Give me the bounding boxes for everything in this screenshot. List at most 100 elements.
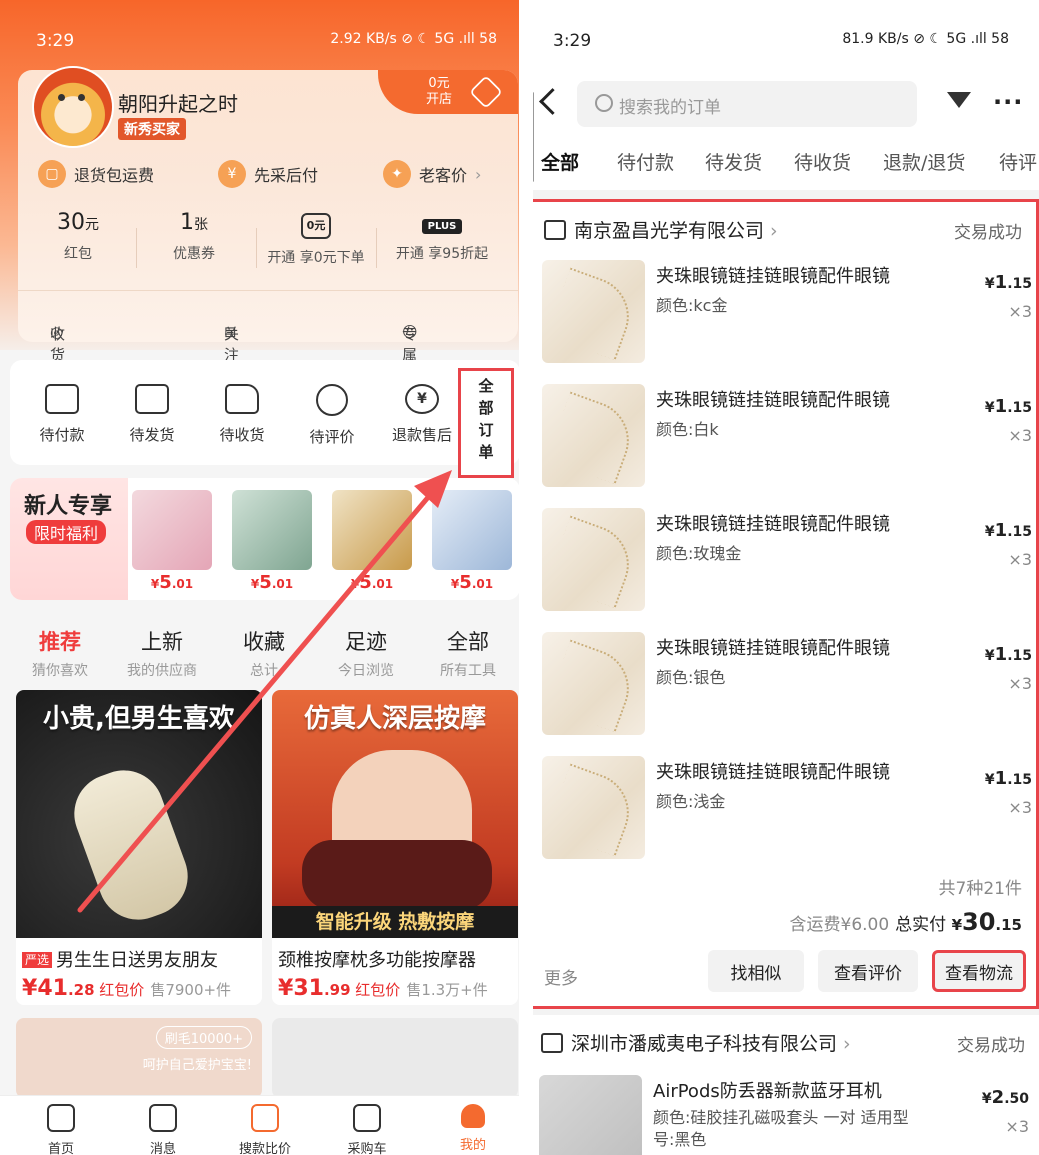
filter-icon[interactable] <box>947 92 971 108</box>
order-refund[interactable]: ¥ 退款售后 <box>382 384 462 445</box>
item-name: 夹珠眼镜链挂链眼镜配件眼镜 <box>656 638 890 659</box>
product-thumbnail <box>542 260 645 363</box>
tab-new[interactable]: 上新 我的供应商 <box>112 626 212 680</box>
find-similar-button[interactable]: 找相似 <box>708 950 804 992</box>
order-pending-shipment[interactable]: 待发货 <box>112 384 192 445</box>
tab-recommend[interactable]: 推荐 猜你喜欢 <box>10 626 110 680</box>
order-pending-review[interactable]: 待评价 <box>292 384 372 447</box>
item-variant: 颜色:kc金 <box>656 296 728 315</box>
shop-name[interactable]: 南京盈昌光学有限公司 › <box>544 216 778 243</box>
product-card[interactable]: 小贵,但男生喜欢 严选 男生生日送男友朋友 ¥41.28 红包价 售7900+件 <box>16 690 262 1005</box>
more-icon[interactable]: ··· <box>993 88 1023 116</box>
order-item[interactable]: 夹珠眼镜链挂链眼镜配件眼镜 颜色:玫瑰金 ¥1.15 ×3 <box>542 508 1032 618</box>
product-thumbnail <box>542 384 645 487</box>
order-item[interactable]: AirPods防丢器新款蓝牙耳机 颜色:硅胶挂孔磁吸套头 一对 适用型号:黑色 … <box>539 1075 1029 1155</box>
bottom-nav: 首页 消息 搜款比价 采购车 我的 <box>0 1095 527 1155</box>
product-card[interactable] <box>272 1018 518 1098</box>
tab-refund[interactable]: 退款/退货 <box>883 148 965 175</box>
nav-messages[interactable]: 消息 <box>118 1104 208 1155</box>
order-pending-payment[interactable]: 待付款 <box>22 384 102 445</box>
stat-unit: 张 <box>194 217 208 233</box>
item-variant: 颜色:银色 <box>656 668 726 687</box>
tab-favorites[interactable]: 收藏 总计 <box>214 626 314 680</box>
hanger-image <box>132 490 212 570</box>
stat-coupon[interactable]: 1张 优惠券 <box>134 210 254 263</box>
product-subtext: 呵护自己爱护宝宝! <box>142 1058 252 1073</box>
shop-name[interactable]: 深圳市潘威夷电子科技有限公司 › <box>541 1029 851 1056</box>
tab-pending-review[interactable]: 待评 <box>999 148 1037 175</box>
new-user-section[interactable]: 新人专享 限时福利 ¥5.01 ¥5.01 ¥5.01 ¥5.01 <box>10 478 520 600</box>
order-search-input[interactable]: 搜索我的订单 <box>577 81 917 127</box>
item-qty: ×3 <box>1008 426 1032 445</box>
status-time: 3:29 <box>553 31 592 51</box>
perk-old-customer-price[interactable]: ✦ 老客价 › <box>383 160 481 188</box>
status-icons: 81.9 KB/s ⊘ ☾ 5G .ıll 58 <box>842 31 1009 47</box>
order-pending-receipt[interactable]: 待收货 <box>202 384 282 445</box>
all-orders-button[interactable]: 全部订单 <box>458 368 514 478</box>
product-card[interactable]: 刷毛10000+ 呵护自己爱护宝宝! <box>16 1018 262 1098</box>
new-user-product[interactable]: ¥5.01 <box>432 490 512 593</box>
perk-label: 先采后付 <box>254 166 319 185</box>
new-user-product[interactable]: ¥5.01 <box>132 490 212 593</box>
nav-cart[interactable]: 采购车 <box>322 1104 412 1155</box>
product-image: 仿真人深层按摩 智能升级 热敷按摩 <box>272 690 518 938</box>
perk-label: 老客价 <box>419 166 468 185</box>
status-bar: 3:29 81.9 KB/s ⊘ ☾ 5G .ıll 58 <box>527 0 1039 80</box>
tab-subtitle: 总计 <box>250 663 278 679</box>
product-title: 颈椎按摩枕多功能按摩器 <box>278 950 476 971</box>
product-title-text: 男生生日送男友朋友 <box>56 950 219 971</box>
perk-buy-now-pay-later[interactable]: ¥ 先采后付 <box>218 160 318 188</box>
view-review-button[interactable]: 查看评价 <box>818 950 918 992</box>
tab-title: 全部 <box>447 630 489 654</box>
back-icon[interactable] <box>539 88 566 115</box>
plus-icon: PLUS <box>421 219 463 234</box>
order-status: 交易成功 <box>957 1036 1025 1056</box>
tab-pending-shipment[interactable]: 待发货 <box>705 148 762 175</box>
hexagon-icon <box>469 75 503 109</box>
order-shortcuts: 待付款 待发货 待收货 待评价 ¥ 退款售后 <box>10 360 520 465</box>
more-button[interactable]: 更多 <box>544 964 578 989</box>
user-name: 朝阳升起之时 <box>118 92 238 116</box>
yen-icon: ¥ <box>218 160 246 188</box>
nav-me[interactable]: 我的 <box>428 1104 518 1153</box>
feed-tabs: 推荐 猜你喜欢 上新 我的供应商 收藏总计 足迹 今日浏览 全部 所有工具 <box>10 612 520 682</box>
order-label: 待收货 <box>219 426 265 444</box>
shop-name-text: 深圳市潘威夷电子科技有限公司 <box>571 1033 838 1055</box>
item-name: AirPods防丢器新款蓝牙耳机 <box>653 1081 882 1102</box>
tab-pending-receipt[interactable]: 待收货 <box>794 148 851 175</box>
stat-red-packet[interactable]: 30元 红包 <box>18 210 138 263</box>
new-user-product[interactable]: ¥5.01 <box>332 490 412 593</box>
avatar[interactable] <box>32 66 114 148</box>
stat-zero-order[interactable]: 0元 开通 享0元下单 <box>256 210 376 267</box>
shop-icon <box>544 220 566 240</box>
tab-title: 足迹 <box>345 630 387 654</box>
perk-return-shipping[interactable]: ▢ 退货包运费 <box>38 160 154 188</box>
stats-row: 30元 红包 1张 优惠券 0元 开通 享0元下单 PLUS 开通 享95折起 <box>18 210 518 280</box>
tab-history[interactable]: 足迹 今日浏览 <box>316 626 416 680</box>
order-item[interactable]: 夹珠眼镜链挂链眼镜配件眼镜 颜色:浅金 ¥1.15 ×3 <box>542 756 1032 866</box>
product-thumbnail <box>539 1075 642 1155</box>
refund-icon: ¥ <box>405 384 439 414</box>
select-badge: 严选 <box>22 952 53 968</box>
tab-all-tools[interactable]: 全部 所有工具 <box>418 626 518 680</box>
nav-price-compare[interactable]: 搜款比价 <box>220 1104 310 1155</box>
stat-plus[interactable]: PLUS 开通 享95折起 <box>382 210 502 263</box>
order-item[interactable]: 夹珠眼镜链挂链眼镜配件眼镜 颜色:银色 ¥1.15 ×3 <box>542 632 1032 742</box>
product-card[interactable]: 仿真人深层按摩 智能升级 热敷按摩 颈椎按摩枕多功能按摩器 ¥31.99 红包价… <box>272 690 518 1005</box>
order-item[interactable]: 夹珠眼镜链挂链眼镜配件眼镜 颜色:白k ¥1.15 ×3 <box>542 384 1032 494</box>
stat-value: 30 <box>57 210 85 235</box>
open-shop-button[interactable]: 0元 开店 <box>378 70 518 114</box>
view-logistics-button[interactable]: 查看物流 <box>932 950 1026 992</box>
order-item[interactable]: 夹珠眼镜链挂链眼镜配件眼镜 颜色:kc金 ¥1.15 ×3 <box>542 260 1032 370</box>
item-price: ¥1.15 <box>984 272 1032 293</box>
product-price: ¥5.01 <box>150 572 194 593</box>
tab-title: 收藏 <box>243 630 285 654</box>
perk-label: 退货包运费 <box>74 166 155 185</box>
order-label: 退款售后 <box>391 426 452 444</box>
tab-all[interactable]: 全部 <box>541 148 579 175</box>
new-user-product[interactable]: ¥5.01 <box>232 490 312 593</box>
nav-home[interactable]: 首页 <box>16 1104 106 1155</box>
tab-pending-payment[interactable]: 待付款 <box>617 148 674 175</box>
message-icon <box>149 1104 177 1132</box>
product-price: ¥5.01 <box>450 572 494 593</box>
